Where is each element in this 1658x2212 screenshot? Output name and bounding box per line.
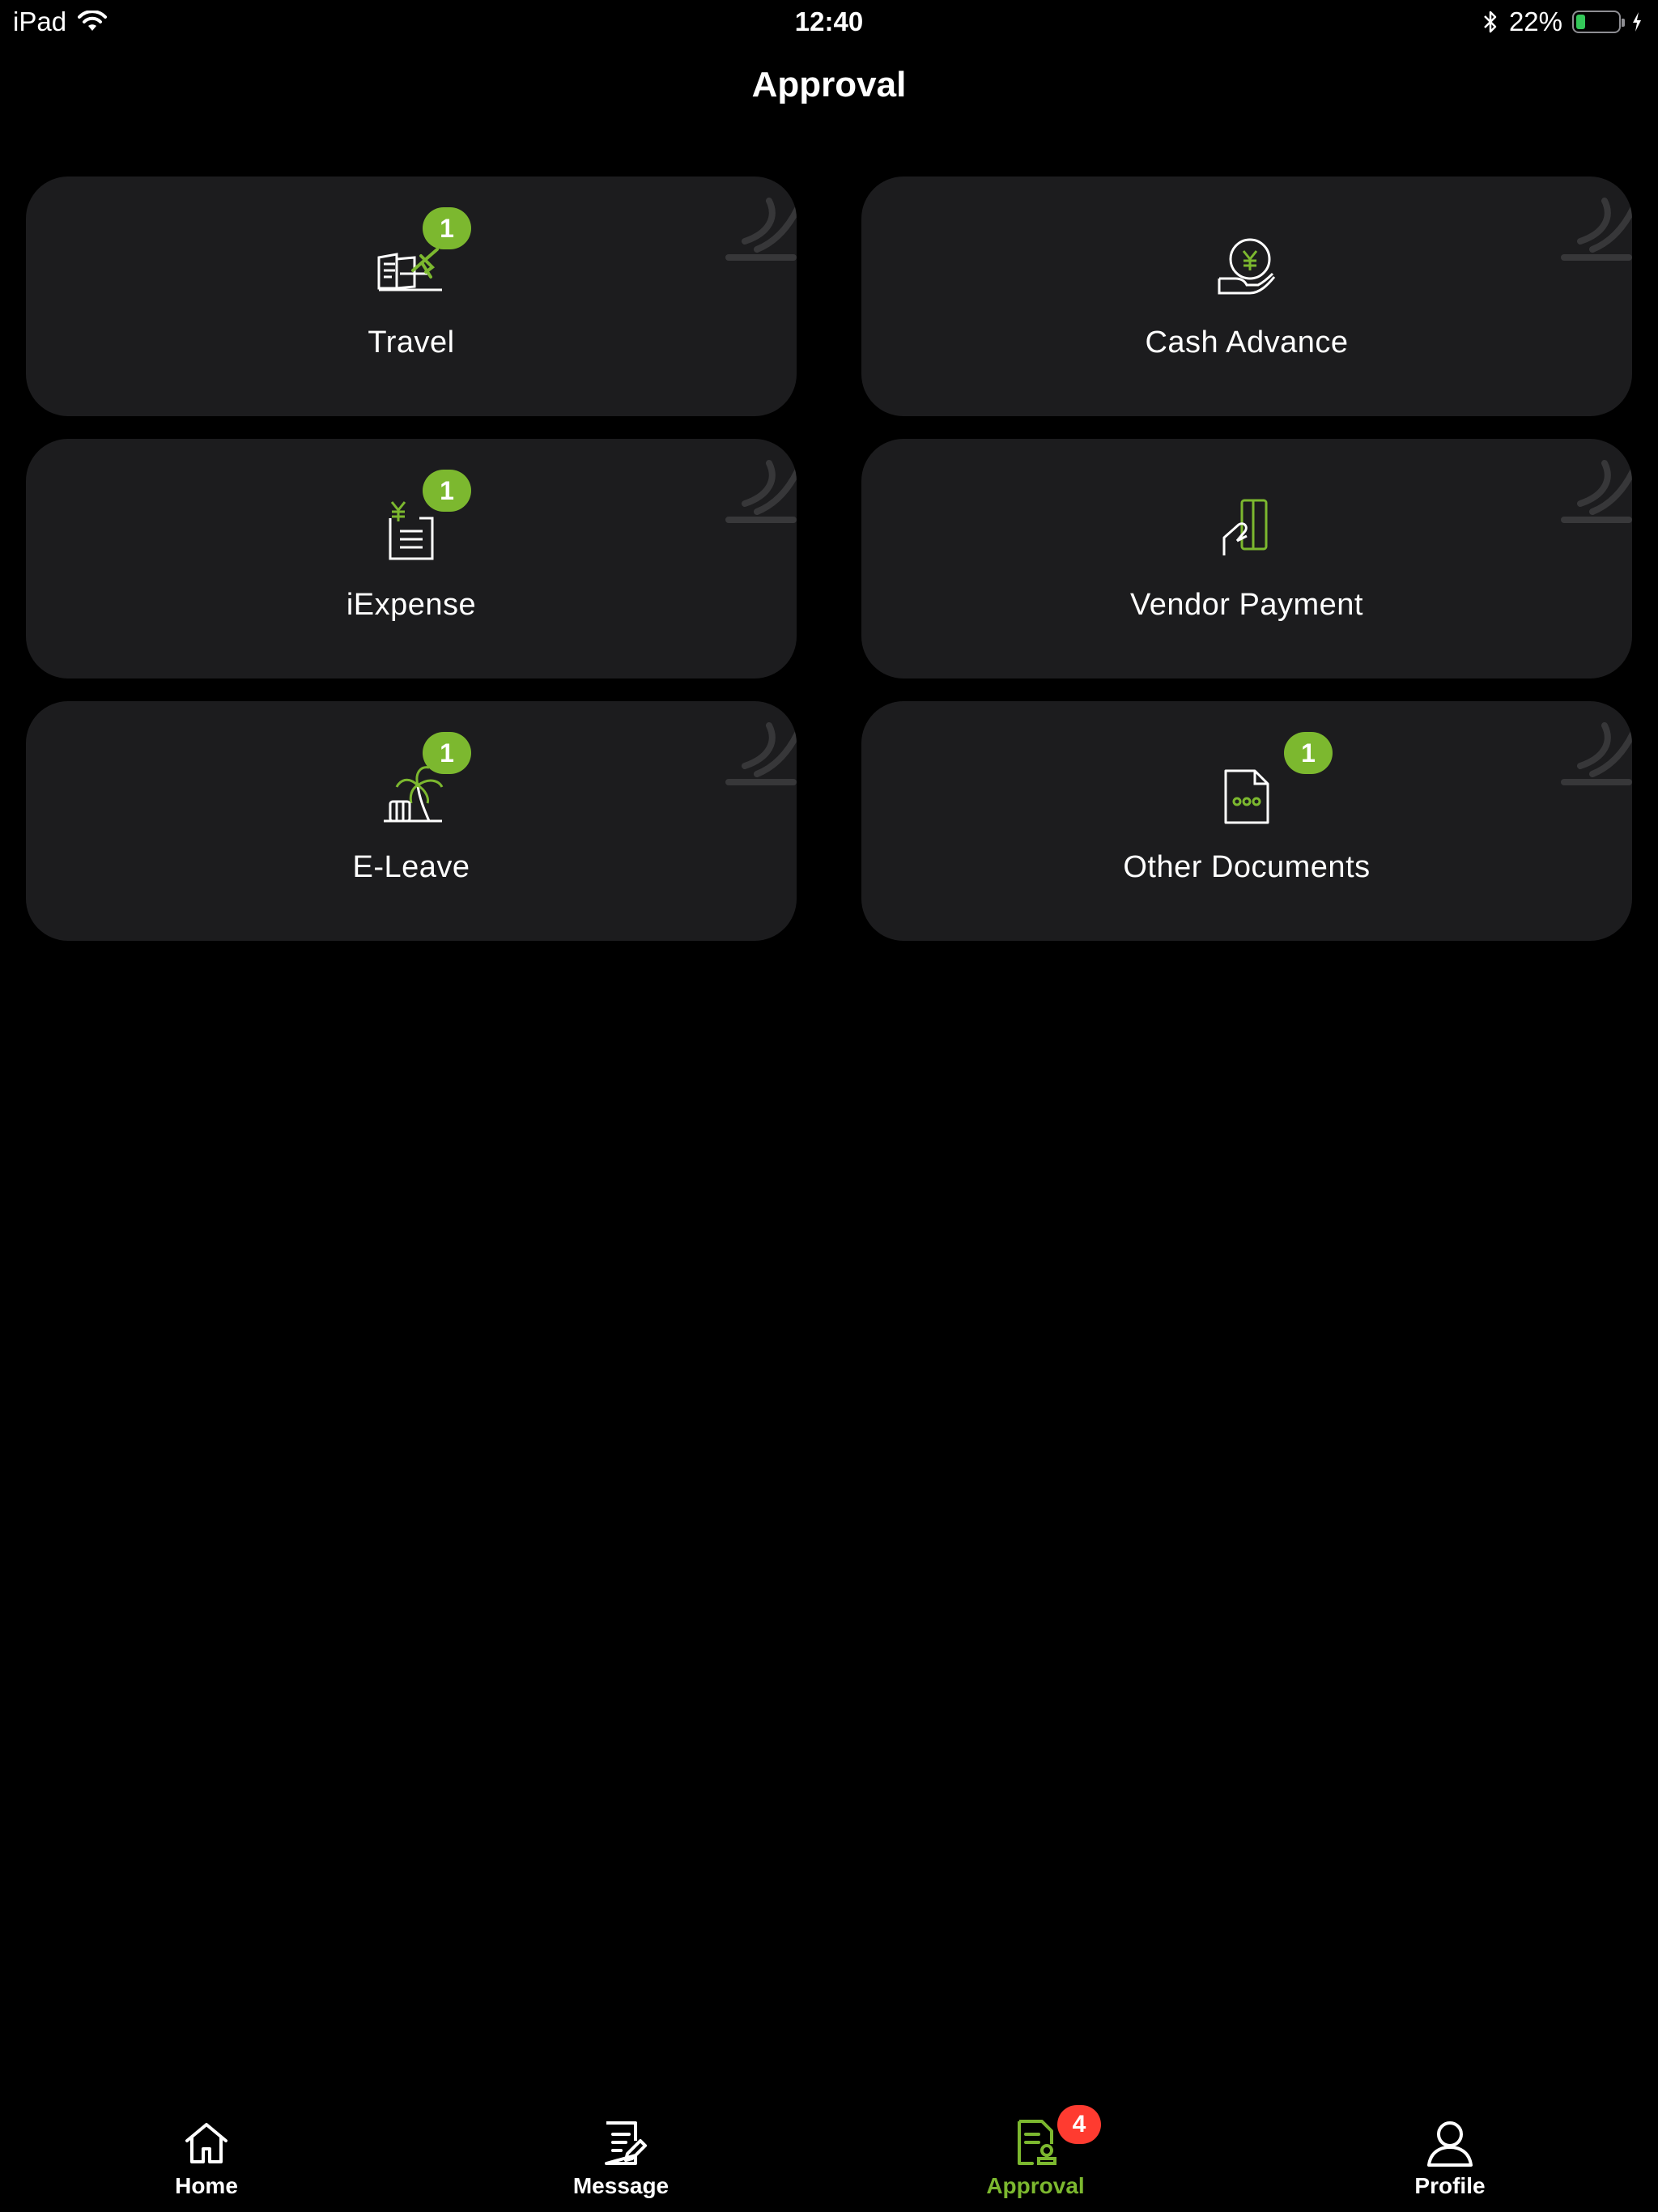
- tab-label: Home: [175, 2173, 238, 2198]
- watermark-icon: [1561, 722, 1632, 785]
- card-label: Cash Advance: [1145, 325, 1349, 359]
- charging-icon: [1633, 12, 1641, 32]
- tab-label: Message: [572, 2173, 670, 2198]
- watermark-icon: [1561, 460, 1632, 523]
- home-icon: [185, 2123, 227, 2163]
- card-label: E-Leave: [352, 850, 470, 884]
- cash-hand-icon: [1218, 238, 1276, 295]
- battery-percent: 22%: [1508, 6, 1562, 36]
- card-badge: 1: [423, 470, 471, 512]
- vendor-card-icon: [1222, 499, 1268, 555]
- card-label: iExpense: [346, 588, 477, 622]
- card-vendor-payment[interactable]: Vendor Payment: [861, 439, 1632, 678]
- card-e-leave[interactable]: 1 E-Leave: [26, 701, 797, 941]
- battery-level: [1576, 15, 1585, 29]
- card-other-documents[interactable]: 1 Other Documents: [861, 701, 1632, 941]
- card-badge: 1: [1284, 732, 1333, 774]
- message-edit-icon: [605, 2121, 647, 2165]
- card-travel[interactable]: 1 Travel: [26, 177, 797, 416]
- card-cash-advance[interactable]: Cash Advance: [861, 177, 1632, 416]
- approval-category-grid: 1 Travel Cash Advance 1 iExpense Vendor …: [26, 177, 1632, 941]
- watermark-icon: [725, 722, 797, 785]
- tab-profile[interactable]: Profile: [1329, 2099, 1571, 2212]
- status-right: 22%: [1482, 6, 1643, 37]
- card-label: Vendor Payment: [1130, 588, 1363, 622]
- card-iexpense[interactable]: 1 iExpense: [26, 439, 797, 678]
- page-title: Approval: [751, 65, 907, 104]
- tab-approval[interactable]: 4 Approval: [914, 2099, 1157, 2212]
- bluetooth-icon: [1484, 11, 1497, 33]
- watermark-icon: [1561, 198, 1632, 261]
- watermark-icon: [725, 198, 797, 261]
- tab-badge: 4: [1057, 2105, 1101, 2144]
- tab-label: Approval: [986, 2173, 1085, 2198]
- battery-icon: [1572, 11, 1625, 33]
- tab-home[interactable]: Home: [85, 2099, 328, 2212]
- tab-bar: Home Message 4 Approval Profile: [0, 2099, 1658, 2212]
- card-badge: 1: [423, 732, 471, 774]
- status-time: 12:40: [794, 6, 864, 36]
- watermark-icon: [725, 460, 797, 523]
- card-badge: 1: [423, 207, 471, 249]
- tab-label: Profile: [1414, 2173, 1486, 2198]
- tab-message[interactable]: Message: [500, 2099, 742, 2212]
- card-label: Other Documents: [1123, 850, 1371, 884]
- status-bar: iPad 12:40 22%: [0, 0, 1658, 45]
- profile-icon: [1427, 2121, 1473, 2167]
- approval-document-icon: [1018, 2120, 1056, 2165]
- card-label: Travel: [368, 325, 455, 359]
- document-icon: [1224, 769, 1269, 824]
